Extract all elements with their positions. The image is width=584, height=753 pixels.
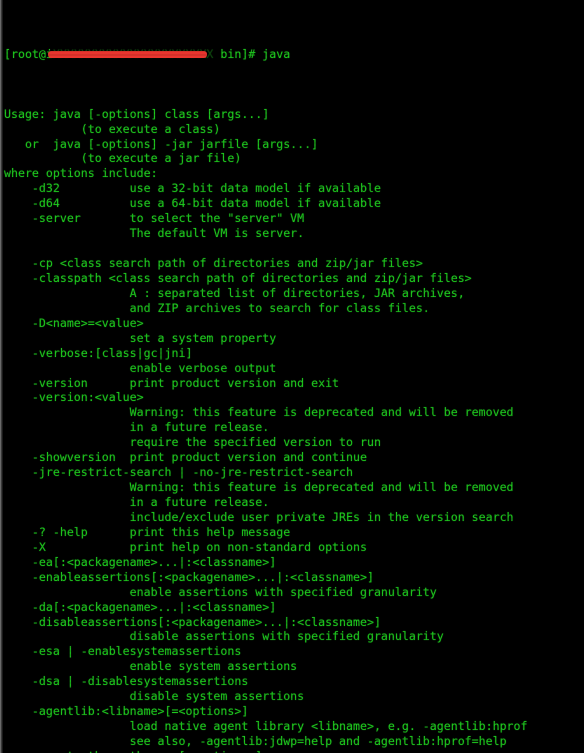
terminal-line: load native agent library <libname>, e.g…: [4, 719, 528, 734]
terminal-line: enable verbose output: [4, 360, 277, 375]
terminal-line: -da[:<packagename>...|:<classname>]: [4, 599, 277, 614]
terminal-line: -d32 use a 32-bit data model if availabl…: [4, 181, 381, 196]
terminal-line: Warning: this feature is deprecated and …: [4, 480, 514, 495]
terminal-line: -version:<value>: [4, 390, 144, 405]
terminal-output: Usage: java [-options] class [args...] (…: [0, 107, 584, 753]
terminal-line: -enableassertions[:<packagename>...|:<cl…: [4, 569, 374, 584]
terminal-line: -agentlib:<libname>[=<options>]: [4, 704, 249, 719]
terminal-line: set a system property: [4, 330, 277, 345]
window-edge-left: [0, 0, 3, 753]
terminal-line: -? -help print this help message: [4, 524, 291, 539]
prompt-user-host: [root@i: [4, 46, 53, 61]
terminal-line: enable assertions with specified granula…: [4, 584, 437, 599]
terminal-line: in a future release.: [4, 420, 270, 435]
shell-prompt-line: [root@iXXXXXXXXXXXXXXXXXXXXXXX bin]# jav…: [0, 47, 584, 62]
terminal-line: -dsa | -disablesystemassertions: [4, 674, 249, 689]
terminal-line: (to execute a class): [4, 121, 221, 136]
terminal-line: include/exclude user private JREs in the…: [4, 509, 514, 524]
terminal-window[interactable]: [root@iXXXXXXXXXXXXXXXXXXXXXXX bin]# jav…: [0, 0, 584, 753]
terminal-line: in a future release.: [4, 495, 270, 510]
terminal-line: disable system assertions: [4, 689, 305, 704]
terminal-line: -disableassertions[:<packagename>...|:<c…: [4, 614, 381, 629]
terminal-line: require the specified version to run: [4, 435, 381, 450]
terminal-line: A : separated list of directories, JAR a…: [4, 285, 465, 300]
terminal-line: -version print product version and exit: [4, 375, 340, 390]
terminal-screen[interactable]: [root@iXXXXXXXXXXXXXXXXXXXXXXX bin]# jav…: [0, 0, 584, 753]
terminal-line: -d64 use a 64-bit data model if availabl…: [4, 196, 381, 211]
terminal-line: Usage: java [-options] class [args...]: [4, 106, 270, 121]
terminal-line: -cp <class search path of directories an…: [4, 256, 423, 271]
redaction-bar: [48, 50, 207, 58]
terminal-line: -classpath <class search path of directo…: [4, 270, 472, 285]
terminal-line: The default VM is server.: [4, 226, 305, 241]
terminal-line: see also, -agentlib:jdwp=help and -agent…: [4, 734, 507, 749]
terminal-line: -D<name>=<value>: [4, 315, 144, 330]
terminal-line: enable system assertions: [4, 659, 298, 674]
terminal-line: (to execute a jar file): [4, 151, 242, 166]
terminal-line: -verbose:[class|gc|jni]: [4, 345, 193, 360]
terminal-line: -esa | -enablesystemassertions: [4, 644, 242, 659]
terminal-line: -server to select the "server" VM: [4, 211, 305, 226]
terminal-line: and ZIP archives to search for class fil…: [4, 300, 430, 315]
terminal-line: -jre-restrict-search | -no-jre-restrict-…: [4, 465, 354, 480]
terminal-line: -agentpath:<pathname>[=<options>]: [0, 749, 584, 753]
terminal-line: Warning: this feature is deprecated and …: [4, 405, 514, 420]
terminal-line: -X print help on non-standard options: [4, 539, 367, 554]
prompt-command: java: [262, 46, 291, 61]
terminal-line: where options include:: [4, 166, 158, 181]
terminal-line: -ea[:<packagename>...|:<classname>]: [4, 554, 277, 569]
terminal-line: -showversion print product version and c…: [4, 450, 367, 465]
terminal-line: disable assertions with specified granul…: [4, 629, 444, 644]
terminal-line: or java [-options] -jar jarfile [args...…: [4, 136, 319, 151]
prompt-path: bin]#: [213, 46, 263, 61]
